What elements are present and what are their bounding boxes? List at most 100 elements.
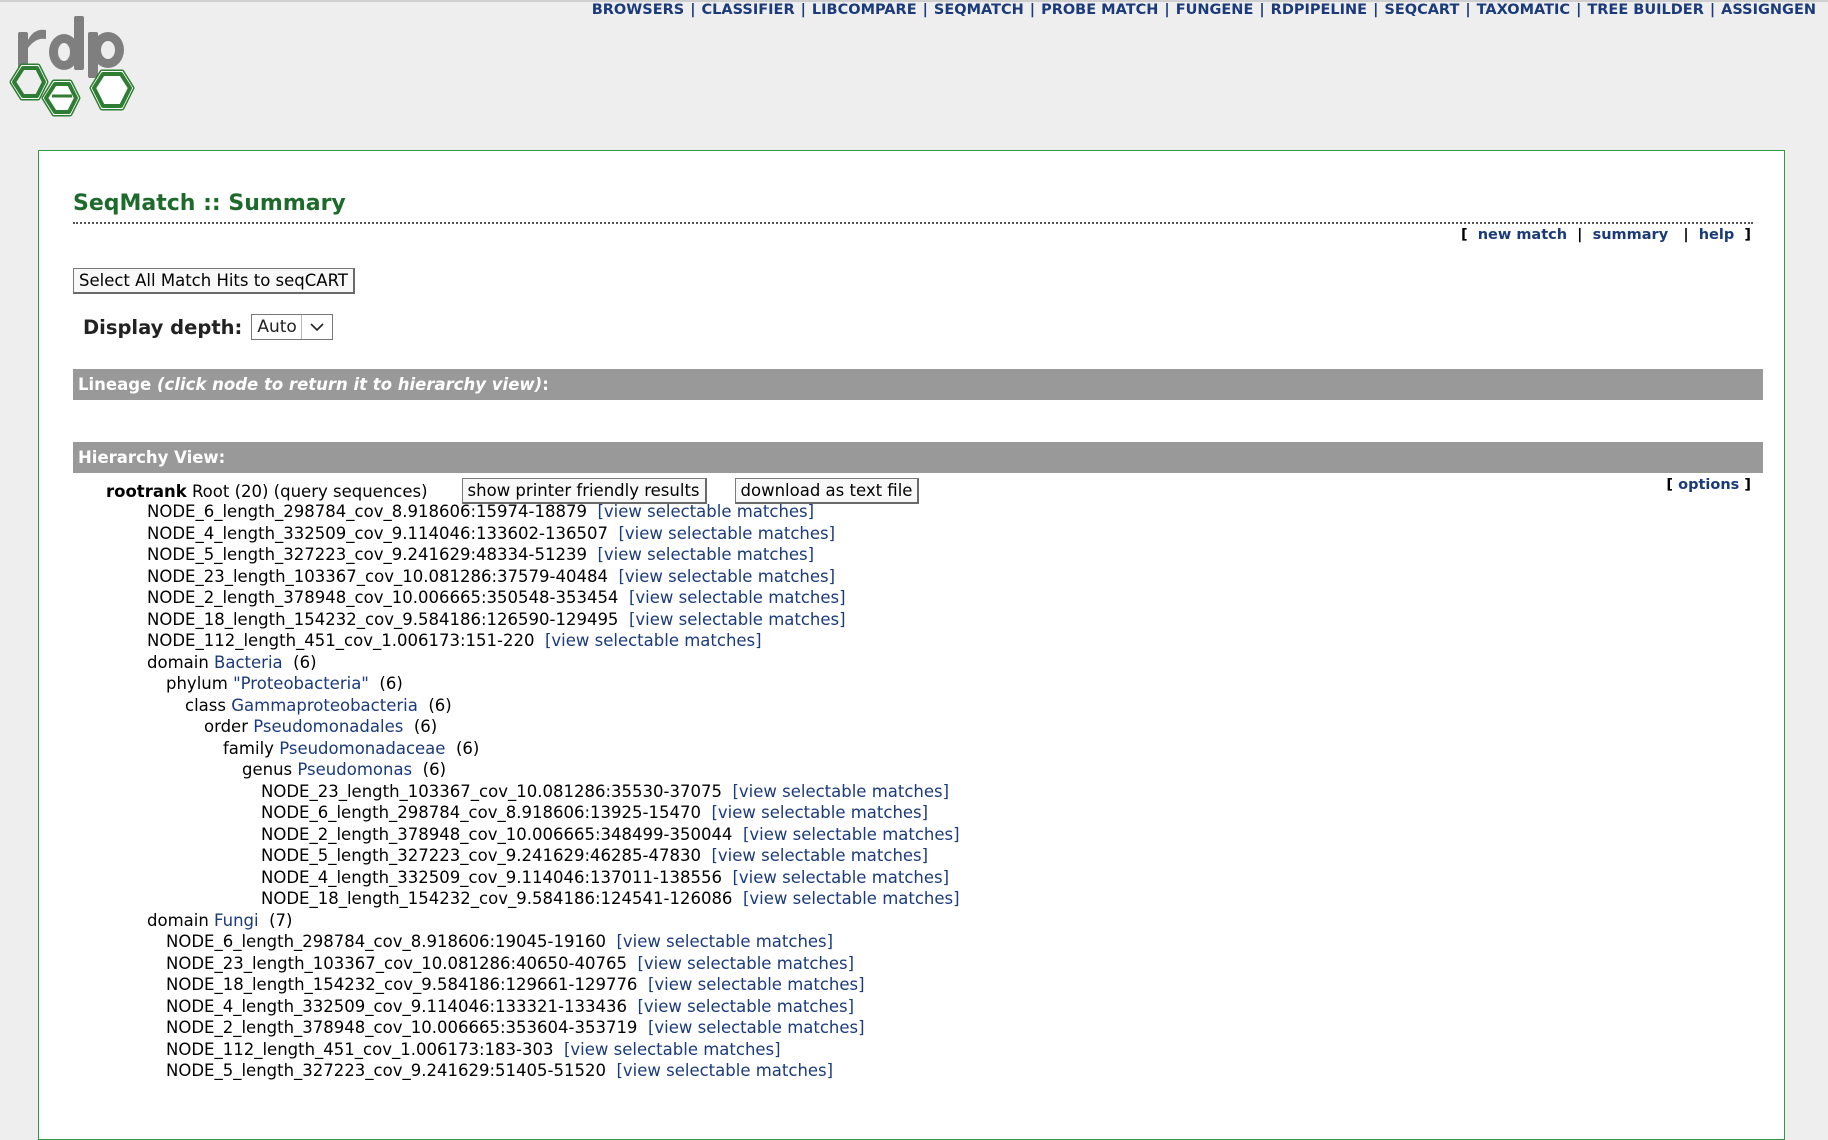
taxon-link[interactable]: "Proteobacteria" — [233, 674, 369, 693]
nav-link-rdpipeline[interactable]: RDPIPELINE — [1271, 2, 1367, 18]
view-selectable-matches-link[interactable]: [view selectable matches] — [629, 610, 846, 629]
view-selectable-matches-link[interactable]: [view selectable matches] — [648, 1018, 865, 1037]
view-selectable-matches-link[interactable]: [view selectable matches] — [732, 782, 949, 801]
lineage-bar: Lineage (click node to return it to hier… — [73, 369, 1763, 400]
root-rank: rootrank — [106, 481, 187, 501]
nav-link-libcompare[interactable]: LIBCOMPARE — [812, 2, 917, 18]
sequence-name: NODE_112_length_451_cov_1.006173:183-303 — [166, 1039, 554, 1059]
taxon-count: (6) — [428, 695, 452, 715]
taxon-link[interactable]: Bacteria — [214, 653, 283, 672]
taxon-row: genus Pseudomonas (6) — [39, 759, 1786, 781]
nav-link-browsers[interactable]: BROWSERS — [592, 2, 685, 18]
sequence-row: NODE_112_length_451_cov_1.006173:151-220… — [39, 630, 1786, 652]
nav-separator: | — [1164, 2, 1170, 18]
nav-link-assigngen[interactable]: ASSIGNGEN — [1721, 2, 1816, 18]
view-selectable-matches-link[interactable]: [view selectable matches] — [545, 631, 762, 650]
taxon-rank: genus — [242, 760, 293, 779]
view-selectable-matches-link[interactable]: [view selectable matches] — [637, 954, 854, 973]
view-selectable-matches-link[interactable]: [view selectable matches] — [618, 524, 835, 543]
view-selectable-matches-link[interactable]: [view selectable matches] — [743, 825, 960, 844]
nav-link-seqcart[interactable]: SEQCART — [1384, 2, 1459, 18]
nav-link-fungene[interactable]: FUNGENE — [1176, 2, 1254, 18]
display-depth-select[interactable]: Auto — [251, 314, 333, 340]
view-selectable-matches-link[interactable]: [view selectable matches] — [732, 868, 949, 887]
summary-links: [ new match | summary | help ] — [1461, 227, 1751, 243]
sequence-name: NODE_5_length_327223_cov_9.241629:51405-… — [166, 1061, 606, 1080]
rdp-logo-graphic — [9, 16, 135, 117]
view-selectable-matches-link[interactable]: [view selectable matches] — [711, 846, 928, 865]
sequence-row: NODE_5_length_327223_cov_9.241629:51405-… — [39, 1060, 1786, 1082]
sequence-row: NODE_4_length_332509_cov_9.114046:137011… — [39, 867, 1786, 889]
sequence-row: NODE_2_length_378948_cov_10.006665:35054… — [39, 587, 1786, 609]
taxon-row: family Pseudomonadaceae (6) — [39, 738, 1786, 760]
view-selectable-matches-link[interactable]: [view selectable matches] — [616, 1061, 833, 1080]
nav-link-probe-match[interactable]: PROBE MATCH — [1041, 2, 1158, 18]
sequence-name: NODE_23_length_103367_cov_10.081286:4065… — [166, 953, 627, 973]
taxon-count: (6) — [379, 674, 403, 693]
sequence-row: NODE_5_length_327223_cov_9.241629:46285-… — [39, 845, 1786, 867]
display-depth-row: Display depth: Auto — [83, 314, 333, 340]
sequence-row: NODE_18_length_154232_cov_9.584186:12966… — [39, 974, 1786, 996]
view-selectable-matches-link[interactable]: [view selectable matches] — [637, 997, 854, 1016]
taxon-row: domain Fungi (7) — [39, 910, 1786, 932]
taxon-link[interactable]: Pseudomonas — [297, 760, 412, 779]
lineage-label: Lineage — [78, 375, 152, 394]
sequence-name: NODE_5_length_327223_cov_9.241629:46285-… — [261, 846, 701, 865]
taxon-rank: order — [204, 717, 248, 736]
view-selectable-matches-link[interactable]: [view selectable matches] — [597, 502, 814, 521]
nav-separator: | — [690, 2, 696, 18]
main-panel: SeqMatch :: Summary [ new match | summar… — [38, 150, 1785, 1140]
separator: | — [1673, 227, 1694, 243]
summary-link[interactable]: summary — [1593, 227, 1669, 243]
nav-link-classifier[interactable]: CLASSIFIER — [702, 2, 795, 18]
sequence-name: NODE_2_length_378948_cov_10.006665:34849… — [261, 824, 733, 844]
taxon-link[interactable]: Fungi — [214, 911, 259, 930]
sequence-row: NODE_23_length_103367_cov_10.081286:3553… — [39, 781, 1786, 803]
sequence-row: NODE_4_length_332509_cov_9.114046:133321… — [39, 996, 1786, 1018]
view-selectable-matches-link[interactable]: [view selectable matches] — [618, 567, 835, 586]
sequence-row: NODE_5_length_327223_cov_9.241629:48334-… — [39, 544, 1786, 566]
nav-separator: | — [800, 2, 806, 18]
view-selectable-matches-link[interactable]: [view selectable matches] — [597, 545, 814, 564]
view-selectable-matches-link[interactable]: [view selectable matches] — [743, 889, 960, 908]
rdp-logo[interactable] — [4, 10, 154, 122]
sequence-row: NODE_4_length_332509_cov_9.114046:133602… — [39, 523, 1786, 545]
view-selectable-matches-link[interactable]: [view selectable matches] — [711, 803, 928, 822]
taxon-count: (6) — [422, 760, 447, 779]
sequence-row: NODE_2_length_378948_cov_10.006665:35360… — [39, 1017, 1786, 1039]
title-divider — [73, 222, 1753, 224]
taxon-link[interactable]: Pseudomonadaceae — [279, 739, 445, 758]
hierarchy-label: Hierarchy View: — [78, 448, 226, 467]
view-selectable-matches-link[interactable]: [view selectable matches] — [629, 588, 846, 607]
page-title: SeqMatch :: Summary — [73, 191, 346, 216]
view-selectable-matches-link[interactable]: [view selectable matches] — [564, 1040, 781, 1059]
options-link[interactable]: options — [1678, 477, 1739, 493]
new-match-link[interactable]: new match — [1478, 227, 1567, 243]
nav-link-taxomatic[interactable]: TAXOMATIC — [1477, 2, 1570, 18]
separator: | — [1572, 227, 1588, 243]
options-link-group: [ options ] — [1666, 477, 1751, 493]
sequence-row: NODE_112_length_451_cov_1.006173:183-303… — [39, 1039, 1786, 1061]
sequence-name: NODE_18_length_154232_cov_9.584186:12966… — [166, 975, 638, 994]
sequence-name: NODE_6_length_298784_cov_8.918606:15974-… — [147, 502, 587, 521]
top-navigation: BROWSERS | CLASSIFIER | LIBCOMPARE | SEQMATCH |… — [592, 2, 1816, 18]
sequence-name: NODE_2_length_378948_cov_10.006665:35054… — [147, 588, 619, 607]
sequence-row: NODE_2_length_378948_cov_10.006665:34849… — [39, 824, 1786, 846]
taxon-rank: class — [185, 695, 226, 715]
sequence-row: NODE_6_length_298784_cov_8.918606:13925-… — [39, 802, 1786, 824]
view-selectable-matches-link[interactable]: [view selectable matches] — [648, 975, 865, 994]
select-all-to-seqcart-button[interactable]: Select All Match Hits to seqCART — [73, 268, 355, 294]
sequence-name: NODE_18_length_154232_cov_9.584186:12454… — [261, 889, 733, 908]
bracket-open: [ — [1460, 227, 1468, 243]
sequence-name: NODE_2_length_378948_cov_10.006665:35360… — [166, 1018, 638, 1037]
view-selectable-matches-link[interactable]: [view selectable matches] — [616, 932, 833, 951]
sequence-row: NODE_18_length_154232_cov_9.584186:12659… — [39, 609, 1786, 631]
sequence-name: NODE_6_length_298784_cov_8.918606:19045-… — [166, 932, 606, 951]
nav-link-seqmatch[interactable]: SEQMATCH — [934, 2, 1024, 18]
taxon-link[interactable]: Pseudomonadales — [253, 717, 403, 736]
taxon-link[interactable]: Gammaproteobacteria — [231, 696, 418, 715]
sequence-name: NODE_5_length_327223_cov_9.241629:48334-… — [147, 545, 587, 564]
sequence-name: NODE_6_length_298784_cov_8.918606:13925-… — [261, 803, 701, 822]
nav-link-tree-builder[interactable]: TREE BUILDER — [1587, 2, 1703, 18]
help-link[interactable]: help — [1699, 227, 1735, 243]
